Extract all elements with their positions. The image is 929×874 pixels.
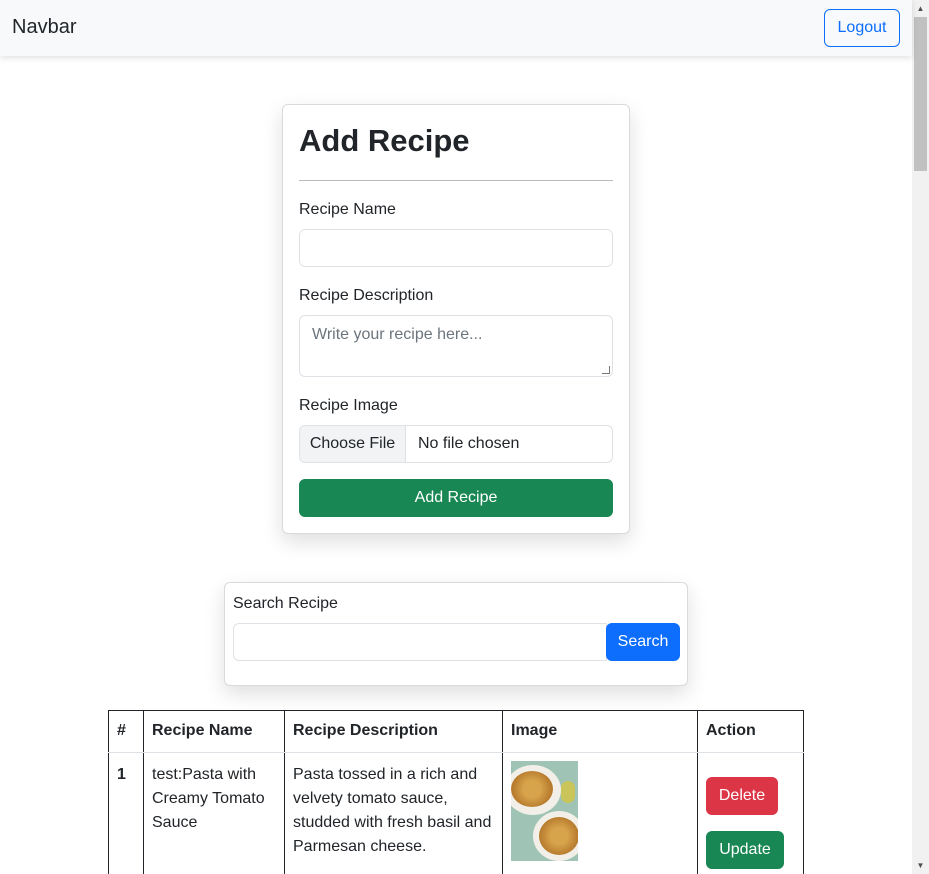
row-recipe-description: Pasta tossed in a rich and velvety tomat…: [284, 752, 503, 874]
recipe-description-textarea[interactable]: Write your recipe here...: [299, 315, 613, 377]
header-recipe-description: Recipe Description: [284, 710, 503, 753]
search-card: Search Recipe Search: [224, 582, 688, 686]
navbar-brand[interactable]: Navbar: [12, 16, 76, 39]
logout-button[interactable]: Logout: [824, 9, 900, 47]
delete-button[interactable]: Delete: [706, 777, 778, 815]
row-number: 1: [108, 752, 144, 874]
update-button[interactable]: Update: [706, 831, 784, 869]
add-recipe-button[interactable]: Add Recipe: [299, 479, 613, 517]
header-recipe-name: Recipe Name: [143, 710, 285, 753]
add-recipe-card: Add Recipe Recipe Name Recipe Descriptio…: [282, 104, 630, 534]
resize-handle-icon[interactable]: [602, 366, 610, 374]
search-input[interactable]: [233, 623, 607, 661]
row-recipe-name: test:Pasta with Creamy Tomato Sauce: [143, 752, 285, 874]
scrollbar-thumb[interactable]: [914, 17, 927, 171]
recipe-name-label: Recipe Name: [299, 201, 396, 218]
recipe-image-file-input[interactable]: Choose File No file chosen: [299, 425, 613, 463]
header-action: Action: [697, 710, 804, 753]
recipe-name-input[interactable]: [299, 229, 613, 267]
recipe-description-placeholder: Write your recipe here...: [312, 326, 483, 343]
row-image-cell: [502, 752, 698, 874]
recipe-image-label: Recipe Image: [299, 397, 398, 414]
row-action-cell: Delete Update: [697, 752, 804, 874]
file-status-text: No file chosen: [418, 435, 520, 452]
header-number: #: [108, 710, 144, 753]
recipe-image: [511, 761, 578, 861]
recipes-table: # Recipe Name Recipe Description Image A…: [108, 710, 804, 874]
choose-file-button[interactable]: Choose File: [300, 426, 406, 462]
title-divider: [299, 180, 613, 181]
search-button[interactable]: Search: [606, 623, 680, 661]
table-header-row: # Recipe Name Recipe Description Image A…: [108, 710, 804, 753]
page-scrollbar[interactable]: ▲ ▼: [912, 0, 929, 874]
scroll-down-arrow-icon[interactable]: ▼: [912, 857, 929, 874]
recipe-description-label: Recipe Description: [299, 287, 434, 304]
header-image: Image: [502, 710, 698, 753]
add-recipe-title: Add Recipe: [299, 123, 470, 158]
scroll-up-arrow-icon[interactable]: ▲: [912, 0, 929, 17]
search-label: Search Recipe: [233, 595, 338, 612]
table-row: 1 test:Pasta with Creamy Tomato Sauce Pa…: [108, 752, 804, 874]
navbar: Navbar Logout: [0, 0, 912, 56]
